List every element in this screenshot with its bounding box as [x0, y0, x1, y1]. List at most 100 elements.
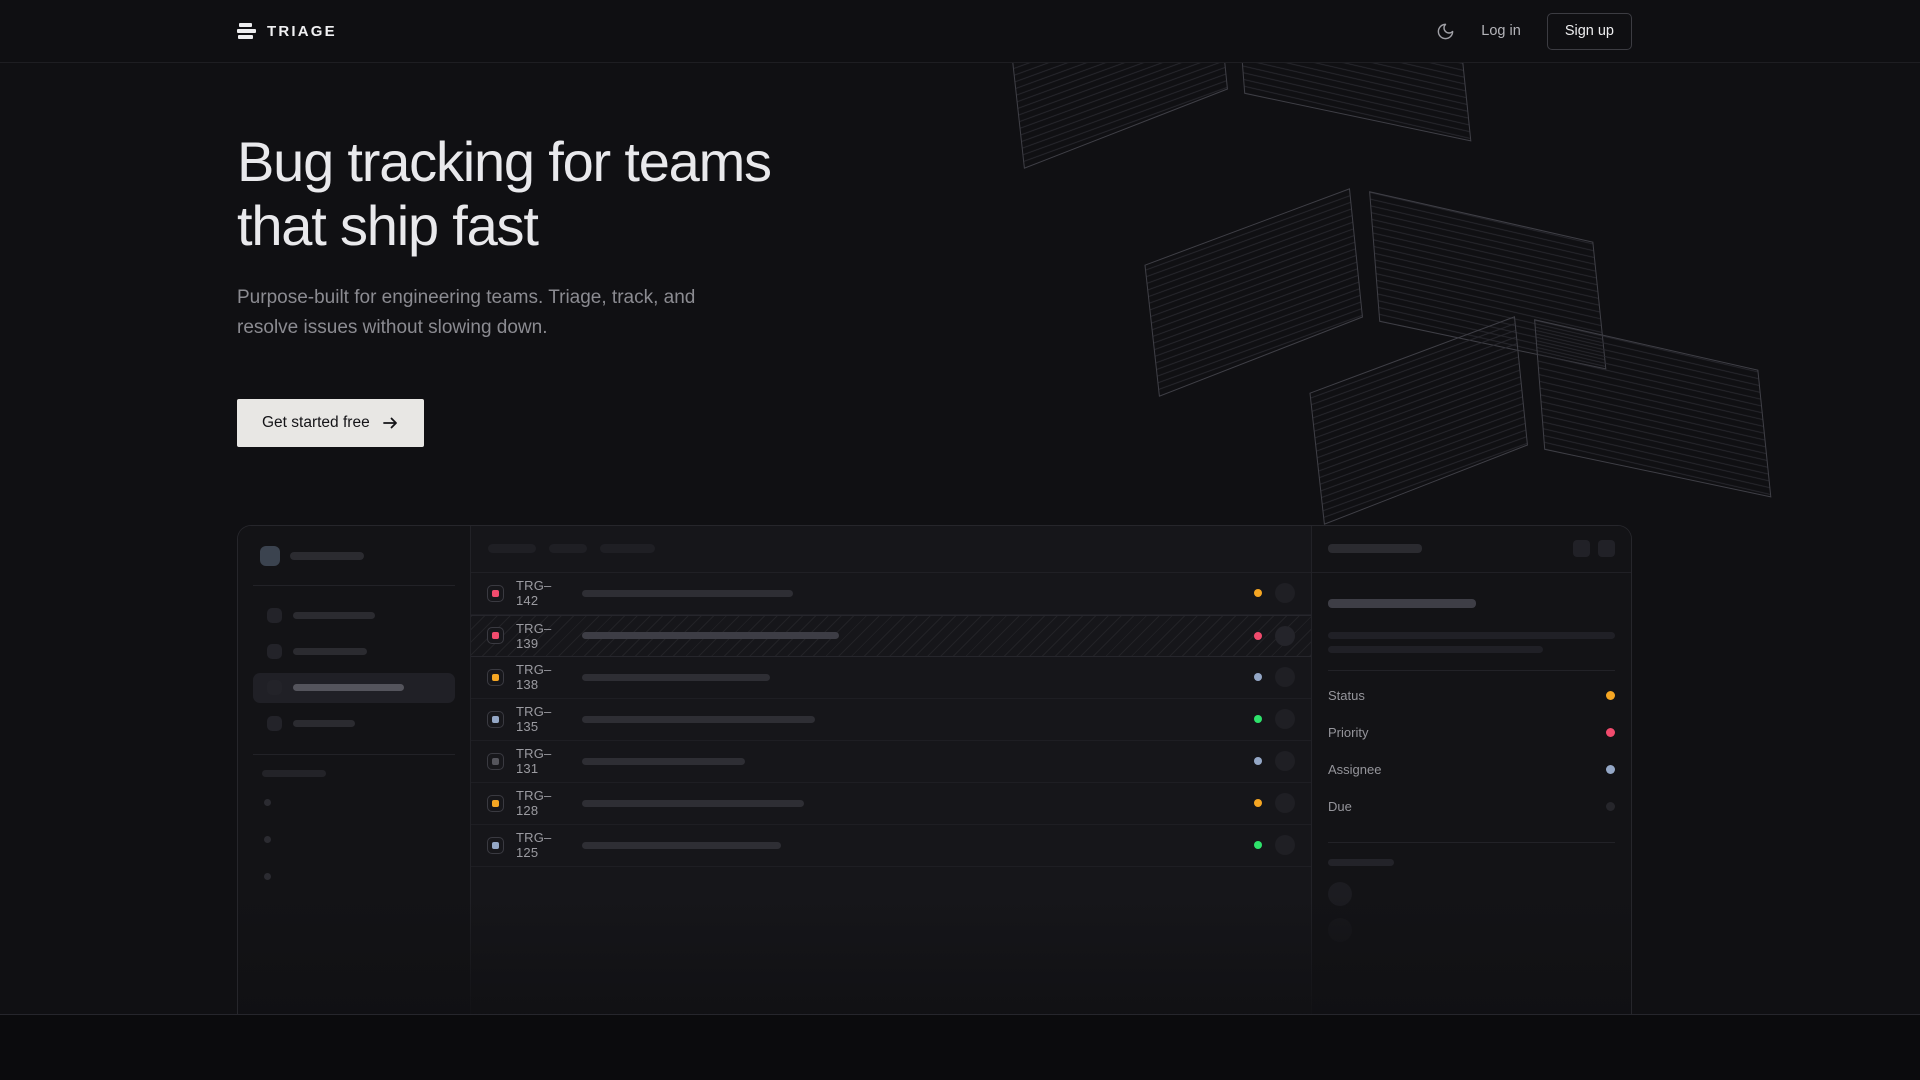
assignee-dot [1606, 765, 1615, 774]
issue-id: TRG–131 [516, 746, 570, 776]
divider [1328, 842, 1615, 843]
theme-toggle-button[interactable] [1436, 22, 1455, 41]
issue-id: TRG–135 [516, 704, 570, 734]
top-nav: TRIAGE Log in Sign up [0, 0, 1920, 63]
assignee-avatar [1275, 793, 1295, 813]
get-started-button[interactable]: Get started free [237, 399, 424, 447]
filter-pill[interactable] [600, 544, 655, 553]
status-dot [1254, 673, 1262, 681]
issue-title-skeleton [582, 590, 793, 597]
status-dot [1254, 799, 1262, 807]
sidebar-dot [264, 799, 271, 806]
panel-title-skeleton [1328, 544, 1422, 553]
issue-title-skeleton [582, 716, 815, 723]
assignee-avatar [1275, 583, 1295, 603]
issue-title-skeleton [582, 842, 781, 849]
hero-title: Bug tracking for teamsthat ship fast [237, 130, 1632, 258]
priority-dot [1606, 728, 1615, 737]
moon-icon [1436, 22, 1455, 41]
issue-row[interactable]: TRG–125 [471, 825, 1311, 867]
issue-id: TRG–128 [516, 788, 570, 818]
assignee-avatar [1275, 835, 1295, 855]
filter-pill[interactable] [488, 544, 536, 553]
due-dot [1606, 802, 1615, 811]
detail-field-status[interactable]: Status [1328, 677, 1615, 714]
status-dot [1254, 715, 1262, 723]
issue-list-header [471, 526, 1311, 573]
detail-panel-header [1312, 526, 1631, 573]
issue-title-skeleton [582, 632, 839, 639]
issue-row-selected[interactable]: TRG–139 [471, 615, 1311, 657]
status-dot [1254, 841, 1262, 849]
status-dot [1606, 691, 1615, 700]
issue-title-skeleton [582, 800, 804, 807]
issue-type-icon [487, 795, 504, 812]
detail-field-priority[interactable]: Priority [1328, 714, 1615, 751]
issue-type-icon [487, 837, 504, 854]
page-footer [0, 1014, 1920, 1080]
panel-action-button[interactable] [1598, 540, 1615, 557]
status-dot [1254, 589, 1262, 597]
issue-title-skeleton [1328, 599, 1476, 608]
workspace-icon [260, 546, 280, 566]
status-dot [1254, 757, 1262, 765]
issue-type-icon [487, 753, 504, 770]
sidebar-item[interactable] [253, 637, 455, 667]
description-skeleton [1328, 646, 1543, 653]
issue-type-icon [487, 585, 504, 602]
issue-type-icon [487, 711, 504, 728]
sidebar-item[interactable] [253, 601, 455, 631]
assignee-avatar [1275, 751, 1295, 771]
app-mockup: TRG–142 TRG–139 TRG–138 [237, 525, 1632, 1014]
login-link[interactable]: Log in [1481, 23, 1521, 39]
issue-row[interactable]: TRG–131 [471, 741, 1311, 783]
hero-subtitle: Purpose-built for engineering teams. Tri… [237, 283, 1632, 343]
issue-title-skeleton [582, 758, 745, 765]
filter-pill[interactable] [549, 544, 587, 553]
sidebar-item-icon [267, 644, 282, 659]
detail-field-assignee[interactable]: Assignee [1328, 751, 1615, 788]
sidebar-dot [264, 836, 271, 843]
sidebar-item-active[interactable] [253, 673, 455, 703]
issue-id: TRG–138 [516, 662, 570, 692]
mockup-detail-panel: Status Priority Assignee Due [1311, 526, 1631, 1014]
sidebar-item-icon [267, 608, 282, 623]
issue-title-skeleton [582, 674, 770, 681]
issue-id: TRG–125 [516, 830, 570, 860]
issue-type-icon [487, 669, 504, 686]
detail-field-due[interactable]: Due [1328, 788, 1615, 825]
issue-id: TRG–139 [516, 621, 570, 651]
assignee-avatar [1275, 709, 1295, 729]
sidebar-item-icon [267, 716, 282, 731]
brand[interactable]: TRIAGE [237, 23, 337, 40]
mockup-sidebar [238, 526, 471, 1014]
issue-row[interactable]: TRG–142 [471, 573, 1311, 615]
issue-row[interactable]: TRG–138 [471, 657, 1311, 699]
issue-row[interactable]: TRG–128 [471, 783, 1311, 825]
mockup-issue-list: TRG–142 TRG–139 TRG–138 [471, 526, 1311, 1014]
status-dot [1254, 632, 1262, 640]
workspace-name-skeleton [290, 552, 364, 560]
sidebar-item-icon [267, 680, 282, 695]
arrow-right-icon [382, 415, 399, 431]
activity-label-skeleton [1328, 859, 1394, 866]
brand-name: TRIAGE [267, 23, 337, 40]
divider [253, 585, 455, 586]
sidebar-section-label-skeleton [262, 770, 326, 777]
issue-row[interactable]: TRG–135 [471, 699, 1311, 741]
divider [253, 754, 455, 755]
panel-action-button[interactable] [1573, 540, 1590, 557]
sidebar-dot [264, 873, 271, 880]
issue-type-icon [487, 627, 504, 644]
issue-id: TRG–142 [516, 578, 570, 608]
signup-button[interactable]: Sign up [1547, 13, 1632, 50]
assignee-avatar [1275, 667, 1295, 687]
workspace-switcher[interactable] [253, 542, 455, 570]
sidebar-item[interactable] [253, 709, 455, 739]
hero-section: Bug tracking for teamsthat ship fast Pur… [0, 63, 1920, 1014]
comment-avatar [1328, 882, 1352, 906]
triage-logo-icon [237, 23, 256, 39]
divider [1328, 670, 1615, 671]
assignee-avatar [1275, 626, 1295, 646]
comment-avatar [1328, 918, 1352, 942]
